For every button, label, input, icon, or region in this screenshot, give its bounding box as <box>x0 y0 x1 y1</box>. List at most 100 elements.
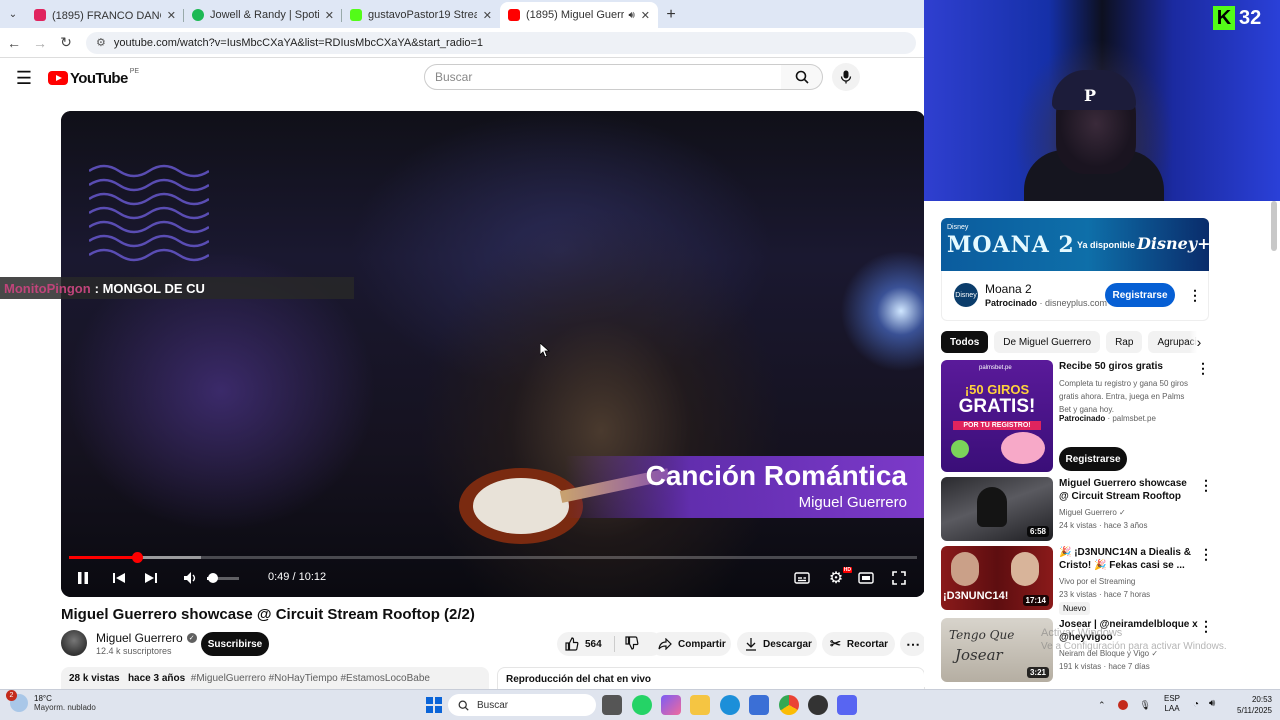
ad-title[interactable]: Moana 2 <box>985 282 1032 296</box>
video-thumbnail[interactable]: ¡D3NUNC14! 17:14 <box>941 546 1053 610</box>
tab-miguel-guerrero[interactable]: (1895) Miguel Guerrero sho 🔊︎ ✕ <box>500 2 658 28</box>
channel-avatar[interactable] <box>61 630 87 656</box>
country-code: PE <box>129 67 140 75</box>
clock[interactable]: 20:53 5/11/2025 <box>1226 694 1272 716</box>
temperature: 18°C <box>34 694 52 703</box>
speaker-icon[interactable]: 🔊︎ <box>628 10 634 21</box>
chip-de-miguel-guerrero[interactable]: De Miguel Guerrero <box>994 331 1101 353</box>
microphone-icon[interactable]: 🎙︎ <box>1140 700 1151 711</box>
channel-name[interactable]: Miguel Guerrero <box>96 631 183 645</box>
chat-username: MonitoPingon <box>4 280 91 296</box>
taskbar-search[interactable]: Buscar <box>448 694 596 716</box>
rec-title[interactable]: Miguel Guerrero showcase @ Circuit Strea… <box>1059 477 1199 503</box>
dislike-button[interactable] <box>625 635 639 653</box>
clip-button[interactable]: ✂︎ Recortar <box>822 632 895 656</box>
like-button[interactable] <box>565 637 579 651</box>
back-icon[interactable]: ← <box>2 31 26 55</box>
close-icon[interactable]: ✕ <box>483 9 492 22</box>
search-button[interactable] <box>781 64 823 90</box>
subscribe-button[interactable]: Suscribirse <box>201 632 269 656</box>
sponsored-label: Patrocinado <box>1059 414 1106 423</box>
copilot-icon[interactable] <box>661 695 681 715</box>
url-field[interactable]: ⚙︎ youtube.com/watch?v=IusMbcCXaYA&list=… <box>86 31 916 54</box>
description-box[interactable]: 28 k vistas hace 3 años #MiguelGuerrero … <box>61 667 489 689</box>
windows-start-icon[interactable] <box>426 697 442 713</box>
more-vert-icon[interactable]: ⋮ <box>1188 288 1202 302</box>
ad-register-button[interactable]: Registrarse <box>1105 283 1175 307</box>
rec-title[interactable]: Recibe 50 giros gratis <box>1059 360 1199 373</box>
chip-rap[interactable]: Rap <box>1106 331 1143 353</box>
discord-icon[interactable] <box>837 695 857 715</box>
sidebar-scrollbar[interactable] <box>1271 201 1277 251</box>
rec-title[interactable]: 🎉 ¡D3NUNC14N a Diealis & Cristo! 🎉 Fekas… <box>1059 546 1199 572</box>
rec-channel[interactable]: Miguel Guerrero ✓ <box>1059 506 1126 519</box>
next-button[interactable] <box>141 566 161 590</box>
recommendations-sidebar: Disney MOANA 2 Ya disponible Disney+ Dis… <box>924 201 1280 687</box>
voice-search-button[interactable] <box>832 63 860 91</box>
subtitles-button[interactable] <box>792 566 812 590</box>
kick-logo: K 32 <box>1213 6 1261 30</box>
more-actions-button[interactable]: ⋯ <box>900 632 926 656</box>
site-info-icon[interactable]: ⚙︎ <box>96 36 106 49</box>
more-vert-icon[interactable]: ⋮ <box>1199 478 1213 492</box>
share-button[interactable]: Compartir <box>650 632 731 656</box>
more-vert-icon[interactable]: ⋮ <box>1199 547 1213 561</box>
advertiser-logo[interactable]: Disney <box>954 283 978 307</box>
video-thumbnail[interactable]: Tengo Que Josear 3:21 <box>941 618 1053 682</box>
new-tab-button[interactable]: + <box>658 2 684 28</box>
youtube-favicon-icon <box>34 9 46 21</box>
thumb-face-left <box>951 552 979 586</box>
whatsapp-icon[interactable] <box>632 695 652 715</box>
hashtags[interactable]: #MiguelGuerrero #NoHayTiempo #EstamosLoc… <box>191 673 430 684</box>
theater-mode-button[interactable] <box>856 566 876 590</box>
youtube-logo[interactable]: YouTube PE <box>48 67 140 87</box>
channel-name-row[interactable]: Miguel Guerrero ✓ <box>96 631 197 645</box>
title-card-line2: Miguel Guerrero <box>798 494 907 511</box>
list-item[interactable]: palmsbet.pe ¡50 GIROS GRATIS! POR TU REG… <box>941 360 1241 472</box>
app-icon[interactable] <box>808 695 828 715</box>
rec-register-button[interactable]: Registrarse <box>1059 447 1127 471</box>
more-vert-icon[interactable]: ⋮ <box>1196 361 1210 375</box>
progress-scrubber[interactable] <box>131 552 143 563</box>
tab-search-chevron-icon[interactable]: ⌄ <box>0 0 26 28</box>
chevron-right-icon[interactable]: › <box>1189 331 1209 353</box>
task-view-icon[interactable] <box>602 695 622 715</box>
download-button[interactable]: Descargar <box>737 632 817 656</box>
tab-kick-stream[interactable]: gustavoPastor19 Stream - Wat ✕ <box>342 2 500 28</box>
chrome-icon[interactable] <box>779 695 799 715</box>
tray-app-icon[interactable] <box>1117 700 1128 710</box>
wifi-icon[interactable]: ◔ <box>1193 699 1199 710</box>
video-player[interactable]: Canción Romántica Miguel Guerrero 0:49 /… <box>61 111 925 597</box>
close-icon[interactable]: ✕ <box>167 9 176 22</box>
video-thumbnail[interactable]: 6:58 <box>941 477 1053 541</box>
chip-todos[interactable]: Todos <box>941 331 989 353</box>
previous-button[interactable] <box>109 566 129 590</box>
chat-replay-header[interactable]: Reproducción del chat en vivo <box>497 667 925 689</box>
file-explorer-icon[interactable] <box>690 695 710 715</box>
list-item[interactable]: ¡D3NUNC14! 17:14 🎉 ¡D3NUNC14N a Diealis … <box>941 546 1241 615</box>
rec-channel[interactable]: Vivo por el Streaming <box>1059 575 1135 588</box>
reload-icon[interactable]: ↻ <box>54 31 78 55</box>
fullscreen-button[interactable] <box>889 566 909 590</box>
like-count[interactable]: 564 <box>585 639 602 650</box>
close-icon[interactable]: ✕ <box>641 9 650 22</box>
search-input[interactable]: Buscar <box>424 64 782 90</box>
tab-spotify[interactable]: Jowell & Randy | Spotify ✕ <box>184 2 342 28</box>
list-item[interactable]: 6:58 Miguel Guerrero showcase @ Circuit … <box>941 477 1241 541</box>
edge-icon[interactable] <box>720 695 740 715</box>
mute-button[interactable] <box>179 566 203 590</box>
weather-widget[interactable]: 2 18°C Mayorm. nublado <box>6 690 96 712</box>
settings-button[interactable]: ⚙︎ HD <box>824 566 852 590</box>
speaker-icon[interactable]: 🔊︎ <box>1209 698 1215 709</box>
pause-button[interactable] <box>73 566 93 590</box>
store-icon[interactable] <box>749 695 769 715</box>
menu-icon[interactable]: ☰ <box>0 68 48 89</box>
tab-franco-danos[interactable]: (1895) FRANCO DANÓS 🕊️ - F ✕ <box>26 2 184 28</box>
language-indicator[interactable]: ESP LAA <box>1164 694 1180 714</box>
forward-icon[interactable]: → <box>28 31 52 55</box>
video-thumbnail[interactable]: palmsbet.pe ¡50 GIROS GRATIS! POR TU REG… <box>941 360 1053 472</box>
share-label: Compartir <box>678 638 726 650</box>
close-icon[interactable]: ✕ <box>325 9 334 22</box>
moana-ad-banner[interactable]: Disney MOANA 2 Ya disponible Disney+ <box>941 218 1209 271</box>
chevron-up-icon[interactable]: ⌃ <box>1098 700 1106 711</box>
